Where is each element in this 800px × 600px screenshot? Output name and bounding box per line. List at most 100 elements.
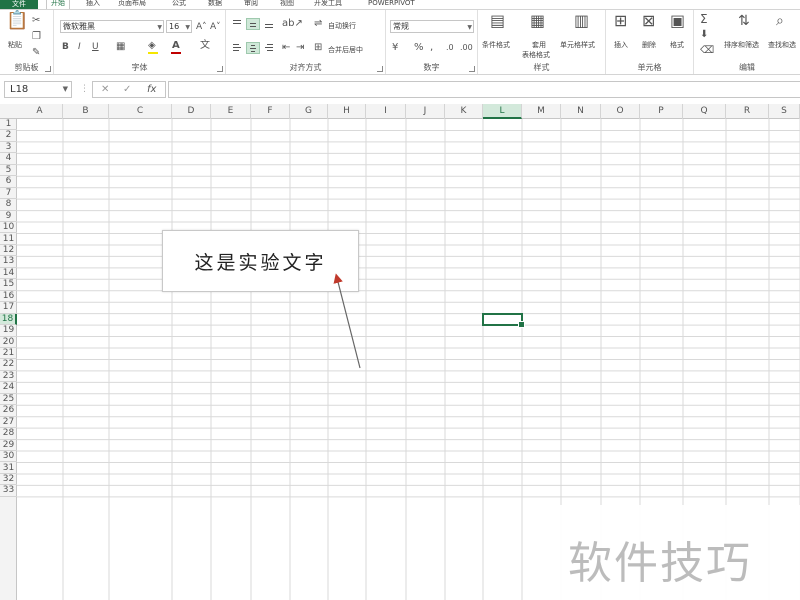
row-header-14[interactable]: 14 [0, 268, 17, 280]
number-launcher-icon[interactable] [469, 66, 475, 72]
column-header-N[interactable]: N [561, 104, 601, 119]
tab-home[interactable]: 开始 [46, 0, 70, 9]
active-cell[interactable] [482, 312, 525, 329]
tab-review[interactable]: 审阅 [244, 0, 258, 9]
increase-decimal-icon[interactable]: .0 [446, 43, 454, 53]
percent-button[interactable]: % [414, 43, 424, 53]
tab-page-layout[interactable]: 页面布局 [118, 0, 146, 9]
splitter-dots-icon[interactable]: ⋮ [80, 84, 89, 94]
wrap-text-icon[interactable]: ⇌ [314, 19, 322, 29]
phonetic-icon[interactable]: 文 [200, 41, 210, 51]
format-table-line1[interactable]: 套用 [532, 40, 546, 50]
column-header-H[interactable]: H [328, 104, 366, 119]
cancel-icon[interactable]: ✕ [101, 84, 109, 95]
comma-icon[interactable]: , [430, 43, 433, 53]
column-header-A[interactable]: A [17, 104, 63, 119]
row-header-18[interactable]: 18 [0, 313, 17, 326]
format-cells-button[interactable]: 格式 [670, 40, 684, 50]
find-select-icon[interactable]: ⌕ [776, 14, 784, 28]
enter-icon[interactable]: ✓ [123, 84, 131, 95]
row-header-4[interactable]: 4 [0, 153, 17, 165]
merge-center-button[interactable]: 合并后居中 [328, 45, 363, 55]
row-header-19[interactable]: 19 [0, 325, 17, 337]
tab-view[interactable]: 视图 [280, 0, 294, 9]
tab-formulas[interactable]: 公式 [172, 0, 186, 9]
wrap-text-button[interactable]: 自动换行 [328, 21, 356, 31]
align-left-button[interactable] [230, 42, 244, 54]
format-table-line2[interactable]: 表格格式 [522, 50, 550, 60]
autosum-icon[interactable]: Σ [700, 13, 708, 25]
row-header-17[interactable]: 17 [0, 302, 17, 314]
column-header-Q[interactable]: Q [683, 104, 726, 119]
increase-indent-icon[interactable]: ⇥ [296, 43, 304, 53]
row-header-21[interactable]: 21 [0, 348, 17, 360]
clipboard-launcher-icon[interactable] [45, 66, 51, 72]
row-header-7[interactable]: 7 [0, 188, 17, 200]
conditional-format-icon[interactable]: ▤ [490, 13, 505, 29]
italic-button[interactable]: I [78, 42, 81, 52]
name-box[interactable]: L18 ▼ [4, 81, 72, 98]
row-header-12[interactable]: 12 [0, 245, 17, 257]
align-top-button[interactable] [230, 18, 244, 30]
font-size-select[interactable]: 16 ▼ [166, 20, 192, 33]
row-header-27[interactable]: 27 [0, 417, 17, 429]
shrink-font-icon[interactable]: A˅ [210, 22, 221, 32]
cell-styles-button[interactable]: 单元格样式 [560, 40, 595, 50]
column-header-B[interactable]: B [63, 104, 109, 119]
row-header-20[interactable]: 20 [0, 337, 17, 348]
sort-filter-button[interactable]: 排序和筛选 [724, 40, 759, 50]
sort-filter-icon[interactable]: ⇅ [738, 14, 750, 28]
column-header-G[interactable]: G [290, 104, 328, 119]
row-header-30[interactable]: 30 [0, 451, 17, 463]
row-header-24[interactable]: 24 [0, 382, 17, 394]
align-right-button[interactable] [262, 42, 276, 54]
copy-icon[interactable]: ❐ [32, 32, 41, 42]
row-header-23[interactable]: 23 [0, 371, 17, 383]
format-cells-icon[interactable]: ▣ [670, 13, 685, 29]
column-header-C[interactable]: C [109, 104, 172, 119]
underline-button[interactable]: U [92, 42, 99, 52]
row-header-22[interactable]: 22 [0, 359, 17, 371]
row-header-29[interactable]: 29 [0, 440, 17, 452]
insert-cells-icon[interactable]: ⊞ [614, 13, 627, 29]
column-header-L[interactable]: L [483, 104, 522, 119]
column-header-S[interactable]: S [769, 104, 800, 119]
column-header-D[interactable]: D [172, 104, 211, 119]
row-header-25[interactable]: 25 [0, 394, 17, 406]
column-header-J[interactable]: J [406, 104, 445, 119]
column-header-I[interactable]: I [366, 104, 406, 119]
merge-center-icon[interactable]: ⊞ [314, 43, 322, 53]
font-launcher-icon[interactable] [217, 66, 223, 72]
format-table-icon[interactable]: ▦ [530, 13, 545, 29]
delete-cells-icon[interactable]: ⊠ [642, 13, 655, 29]
row-header-28[interactable]: 28 [0, 428, 17, 440]
paste-icon[interactable]: 📋 [6, 12, 28, 30]
column-header-E[interactable]: E [211, 104, 251, 119]
row-header-5[interactable]: 5 [0, 165, 17, 177]
text-box[interactable]: 这是实验文字 [162, 230, 359, 292]
row-header-32[interactable]: 32 [0, 474, 17, 486]
row-header-10[interactable]: 10 [0, 222, 17, 234]
align-center-button[interactable] [246, 42, 260, 54]
align-bottom-button[interactable] [262, 18, 276, 30]
delete-cells-button[interactable]: 删除 [642, 40, 656, 50]
row-header-15[interactable]: 15 [0, 279, 17, 291]
decrease-decimal-icon[interactable]: .00 [460, 43, 473, 53]
column-header-P[interactable]: P [640, 104, 683, 119]
row-header-13[interactable]: 13 [0, 256, 17, 268]
find-select-button[interactable]: 查找和选 [768, 40, 796, 50]
fill-icon[interactable]: ⬇ [700, 30, 708, 40]
row-header-11[interactable]: 11 [0, 234, 17, 245]
column-header-K[interactable]: K [445, 104, 483, 119]
tab-developer[interactable]: 开发工具 [314, 0, 342, 9]
insert-cells-button[interactable]: 插入 [614, 40, 628, 50]
paste-button[interactable]: 粘贴 [8, 40, 22, 50]
formula-input[interactable] [168, 81, 800, 98]
tab-data[interactable]: 数据 [208, 0, 222, 9]
cut-icon[interactable]: ✂ [32, 16, 40, 26]
row-header-26[interactable]: 26 [0, 405, 17, 417]
font-name-select[interactable]: 微软雅黑 ▼ [60, 20, 164, 33]
tab-insert[interactable]: 插入 [86, 0, 100, 9]
format-painter-icon[interactable]: ✎ [32, 48, 40, 58]
currency-icon[interactable]: ¥ [392, 43, 398, 53]
